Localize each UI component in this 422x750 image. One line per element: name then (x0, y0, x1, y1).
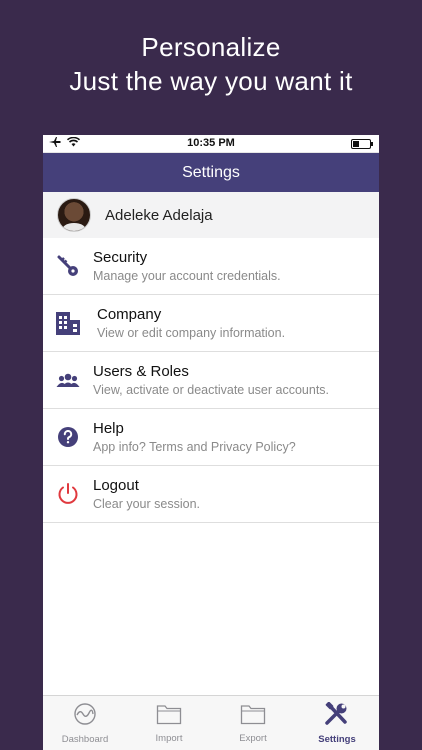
tab-bar: Dashboard Import Export Settings (43, 695, 379, 750)
menu-item-security[interactable]: Security Manage your account credentials… (43, 238, 379, 295)
help-icon (43, 426, 93, 448)
key-icon (43, 254, 93, 278)
nav-bar: Settings (43, 153, 379, 192)
tools-icon (324, 701, 350, 731)
menu-item-subtitle: App info? Terms and Privacy Policy? (93, 439, 296, 454)
users-icon (43, 372, 93, 388)
tab-label: Export (239, 732, 267, 744)
menu-item-title: Logout (93, 476, 139, 494)
menu-item-title: Help (93, 419, 124, 437)
tab-label: Settings (318, 733, 356, 745)
settings-menu: Security Manage your account credentials… (43, 238, 379, 523)
menu-item-subtitle: Clear your session. (93, 496, 200, 511)
phone-screen: 10:35 PM Settings Adeleke Adelaja Securi… (43, 135, 379, 750)
power-icon (43, 482, 93, 506)
folder-icon (156, 703, 182, 730)
tab-settings[interactable]: Settings (295, 696, 379, 750)
menu-item-subtitle: Manage your account credentials. (93, 268, 281, 283)
menu-item-title: Users & Roles (93, 362, 189, 380)
promo-line-1: Personalize (141, 32, 281, 62)
tab-label: Dashboard (61, 733, 109, 745)
status-time: 10:35 PM (187, 137, 235, 149)
battery-level (353, 141, 359, 147)
tab-dashboard[interactable]: Dashboard (43, 696, 127, 750)
folder-icon (240, 703, 266, 730)
status-bar: 10:35 PM (43, 135, 379, 153)
profile-row[interactable]: Adeleke Adelaja (43, 192, 379, 238)
menu-item-company[interactable]: Company View or edit company information… (43, 295, 379, 352)
page-title: Settings (182, 164, 240, 181)
menu-item-title: Company (97, 305, 162, 323)
tab-import[interactable]: Import (127, 696, 211, 750)
avatar (57, 198, 91, 232)
menu-item-users-roles[interactable]: Users & Roles View, activate or deactiva… (43, 352, 379, 409)
profile-name: Adeleke Adelaja (105, 206, 213, 224)
dashboard-icon (73, 702, 97, 731)
building-icon (43, 310, 93, 336)
battery-icon (351, 139, 373, 149)
promo-line-2: Just the way you want it (69, 66, 353, 96)
menu-item-title: Security (93, 248, 148, 266)
tab-label: Import (155, 732, 183, 744)
tab-export[interactable]: Export (211, 696, 295, 750)
menu-item-subtitle: View, activate or deactivate user accoun… (93, 382, 330, 397)
menu-item-subtitle: View or edit company information. (97, 325, 286, 340)
promo-heading: Personalize Just the way you want it (0, 30, 422, 98)
menu-item-logout[interactable]: Logout Clear your session. (43, 466, 379, 523)
menu-item-help[interactable]: Help App info? Terms and Privacy Policy? (43, 409, 379, 466)
